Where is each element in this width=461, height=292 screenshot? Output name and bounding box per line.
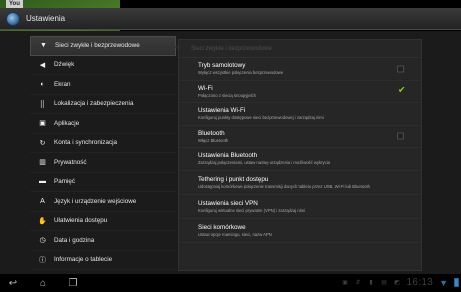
sidebar-item[interactable]: ◀ Dźwięk (30, 56, 176, 75)
setting-row[interactable]: Ustawienia sieci VPN Konfiguruj wirtualne… (179, 195, 421, 219)
sidebar-item[interactable]: ✋ Ułatwienia dostępu (30, 212, 176, 231)
usb-icon[interactable]: ⇵ (355, 279, 362, 287)
setting-summary: Konfiguruj wirtualne sieci prywatne (VPN… (198, 207, 306, 213)
setting-summary: Włącz Bluetooth (198, 137, 229, 143)
sidebar-item[interactable]: ▬ Pamięć (30, 173, 176, 192)
sidebar-item[interactable]: ◐ Ekran (30, 75, 176, 95)
setting-title: Wi-Fi (198, 84, 213, 92)
setting-summary: Wyłącz wszystkie połączenia bezprzewodow… (198, 70, 284, 76)
setting-row[interactable]: Wi-Fi Połączono z siecią snoopyjelch ✔ (179, 81, 421, 103)
detail-panel: Sieci zwykłe i bezprzewodowe Tryb samolo… (178, 39, 422, 271)
home-icon[interactable]: ⌂ (36, 277, 50, 289)
recent-apps-icon[interactable]: ❐ (66, 277, 80, 289)
setting-row[interactable]: Ustawienia Wi-Fi Konfiguruj punkty dostęp… (179, 103, 421, 126)
setting-summary: Udostępniaj komórkowe połączenie transmi… (198, 183, 371, 189)
apps-icon: ▣ (39, 120, 46, 128)
sidebar-item-label: Ułatwienia dostępu (54, 217, 108, 225)
storage-icon: ▬ (39, 178, 46, 186)
panel-header: Sieci zwykłe i bezprzewodowe (179, 40, 421, 58)
setting-row[interactable]: Bluetooth Włącz Bluetooth (179, 126, 421, 148)
setting-title: Tethering i punkt dostępu (198, 175, 269, 183)
sidebar-item-label: Konta i synchronizacja (54, 139, 118, 147)
page-title: Ustawienia (26, 14, 66, 23)
accessibility-icon: ✋ (38, 217, 47, 225)
speaker-icon: ◀ (39, 61, 46, 69)
setting-summary: Połączono z siecią snoopyjelch (198, 92, 256, 98)
wifi-signal-icon[interactable]: ▼ (439, 278, 448, 288)
setting-row[interactable]: Ustawienia Bluetooth Zarządzaj połączenia… (179, 148, 421, 171)
wireless-icon: ▼ (40, 42, 47, 50)
sidebar-item[interactable]: ⣿ Lokalizacja i zabezpieczenia (30, 95, 176, 114)
checkmark-icon: ✔ (398, 84, 406, 95)
youtube-tag: You (6, 0, 23, 8)
privacy-icon: ▥ (39, 159, 46, 167)
sidebar-item-label: Data i godzina (54, 236, 95, 244)
back-icon[interactable]: ↩ (6, 277, 20, 289)
sidebar-item-label: Język i urządzenie wejściowe (54, 197, 137, 205)
sidebar-item-label: Lokalizacja i zabezpieczenia (54, 100, 134, 108)
sidebar-item-label: Dźwięk (54, 61, 75, 69)
system-bar: ↩ ⌂ ❐ ▣ ⇵ ▮ ▤ ◩ 16:13 ▼ (0, 274, 461, 292)
sidebar-item[interactable]: ▥ Prywatność (30, 153, 176, 173)
setting-checkbox[interactable] (397, 65, 404, 73)
notification-icon[interactable]: ▤ (381, 279, 388, 287)
image-icon[interactable]: ◩ (394, 279, 401, 287)
sidebar-item-label: Prywatność (54, 158, 87, 166)
settings-category-list: ▼ Sieci zwykłe i bezprzewodowe ◀ Dźwięk ◐ Ekr… (30, 36, 181, 270)
sidebar-item[interactable]: ◷ Data i godzina (30, 231, 176, 251)
sidebar-item-label: Ekran (54, 80, 71, 88)
setting-title: Ustawienia sieci VPN (198, 199, 258, 207)
grid-lock-icon: ⣿ (39, 100, 46, 108)
status-area: ▣ ⇵ ▮ ▤ ◩ 16:13 ▼ (342, 277, 459, 288)
language-icon: A (40, 197, 45, 205)
sidebar-item[interactable]: A Język i urządzenie wejściowe (30, 192, 176, 212)
setting-title: Sieci komórkowe (198, 223, 246, 231)
sdcard-icon[interactable]: ▮ (368, 279, 375, 287)
settings-app-icon[interactable] (6, 11, 20, 26)
sidebar-item[interactable]: ↻ Konta i synchronizacja (30, 134, 176, 153)
sidebar-item-label: Pamięć (54, 178, 75, 186)
sidebar-item-label: Sieci zwykłe i bezprzewodowe (55, 42, 140, 50)
setting-summary: Ustaw opcje roamingu, sieci, nazw APN (198, 231, 272, 237)
screenshot-icon[interactable]: ▣ (342, 279, 349, 287)
setting-summary: Zarządzaj połączeniami, ustaw nazwę urzą… (198, 160, 330, 166)
sidebar-item[interactable]: ▣ Aplikacje (30, 114, 176, 134)
setting-row[interactable]: Tryb samolotowy Wyłącz wszystkie połączen… (179, 58, 421, 81)
info-icon: ⓘ (39, 256, 46, 264)
setting-summary: Konfiguruj punkty dostępowe sieci bezprz… (198, 115, 324, 121)
setting-checkbox[interactable] (397, 132, 404, 140)
title-bar: Ustawienia (0, 8, 461, 30)
clock-icon: ◷ (39, 237, 46, 245)
sidebar-item-label: Aplikacje (54, 119, 80, 127)
clock[interactable]: 16:13 (407, 277, 434, 288)
brightness-icon: ◐ (40, 80, 45, 88)
setting-row[interactable]: Tethering i punkt dostępu Udostępniaj kom… (179, 171, 421, 195)
setting-row[interactable]: Sieci komórkowe Ustaw opcje roamingu, sie… (179, 219, 421, 243)
setting-checkbox[interactable]: ✔ (397, 84, 406, 95)
setting-title: Ustawienia Wi-Fi (198, 107, 246, 115)
sidebar-item[interactable]: ⓘ Informacje o tablecie (30, 251, 176, 270)
sidebar-item[interactable]: ▼ Sieci zwykłe i bezprzewodowe (30, 36, 181, 56)
setting-title: Ustawienia Bluetooth (198, 152, 258, 160)
sidebar-item-label: Informacje o tablecie (54, 256, 113, 264)
setting-title: Tryb samolotowy (198, 62, 246, 70)
setting-title: Bluetooth (198, 129, 225, 137)
sync-icon: ↻ (39, 139, 46, 147)
battery-icon[interactable] (454, 278, 459, 287)
